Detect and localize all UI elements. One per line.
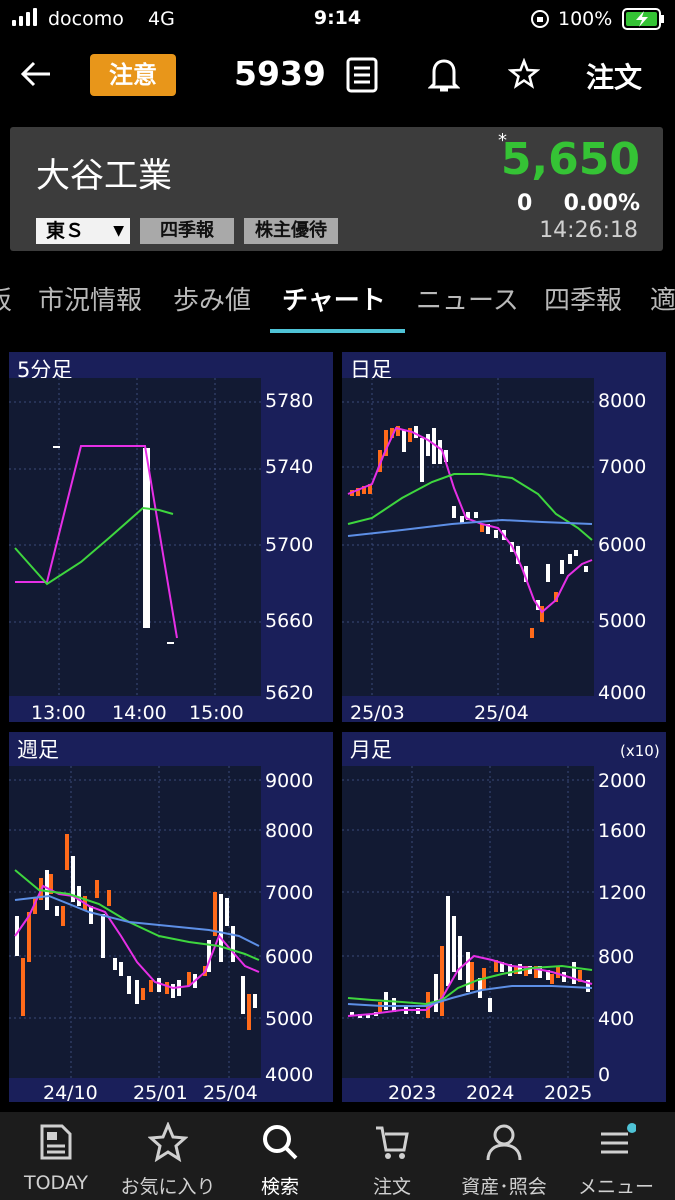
nav-label: メニュー (577, 1176, 654, 1198)
x-tick: 2023 (388, 1082, 437, 1104)
status-bar: docomo 4G 9:14 100% (0, 0, 675, 38)
nav-search[interactable]: 検索 (224, 1112, 336, 1200)
person-icon (486, 1124, 522, 1161)
y-tick: 4000 (265, 1064, 314, 1086)
chart-title: 月足 (350, 738, 392, 762)
active-tab-indicator (270, 329, 405, 333)
caution-badge: 注意 (90, 54, 176, 96)
chart-svg (9, 378, 261, 696)
back-arrow-icon[interactable] (20, 58, 52, 90)
order-button[interactable]: 注文 (586, 56, 642, 96)
market-select[interactable]: 東Ｓ ▼ (36, 218, 130, 244)
search-icon (263, 1125, 298, 1160)
y-tick: 9000 (265, 770, 314, 792)
y-tick: 8000 (598, 390, 647, 412)
y-tick: 5000 (598, 610, 647, 632)
chart-daily[interactable]: 日足 8000 7000 6000 5000 4000 25/03 25/04 (342, 352, 666, 724)
x-tick: 25/04 (474, 702, 529, 724)
nav-label: 検索 (260, 1176, 299, 1198)
x-tick: 15:00 (189, 702, 244, 724)
menu-icon (601, 1123, 636, 1154)
y-tick: 800 (598, 946, 635, 968)
change-value: 0 (517, 191, 533, 216)
chart-svg (342, 378, 594, 696)
nav-order[interactable]: 注文 (336, 1112, 448, 1200)
y-tick: 1600 (598, 820, 647, 842)
x-tick: 25/04 (203, 1082, 258, 1104)
chart-title: 週足 (17, 738, 59, 762)
tab-prev-partial[interactable]: 板 (0, 280, 12, 317)
y-tick: 5780 (265, 390, 314, 412)
x-tick: 14:00 (112, 702, 167, 724)
news-icon (40, 1124, 72, 1160)
star-icon (148, 1122, 188, 1162)
nav-assets[interactable]: 資産･照会 (448, 1112, 560, 1200)
y-tick: 0 (598, 1064, 611, 1086)
nav-label: お気に入り (120, 1176, 216, 1198)
y-tick: 5700 (265, 534, 314, 556)
stock-name: 大谷工業 (36, 156, 172, 196)
nav-label: 資産･照会 (461, 1176, 547, 1198)
nav-menu[interactable]: メニュー (560, 1112, 672, 1200)
x-tick: 2025 (544, 1082, 593, 1104)
chevron-down-icon: ▼ (113, 223, 124, 239)
shikiho-tag[interactable]: 四季報 (140, 218, 234, 244)
chart-svg (9, 766, 261, 1078)
plot-area (9, 766, 261, 1078)
x-tick: 25/01 (133, 1082, 188, 1104)
price-change: 0 0.00% (420, 191, 640, 216)
battery-icon (622, 8, 664, 30)
chart-svg (342, 766, 594, 1078)
cart-icon (376, 1126, 409, 1159)
y-tick: 5000 (265, 1008, 314, 1030)
orientation-lock-icon (531, 10, 549, 28)
tab-bar: 板 市況情報 歩み値 チャート ニュース 四季報 適 (0, 272, 675, 332)
star-icon[interactable] (508, 58, 540, 90)
chart-5min[interactable]: 5分足 5780 5740 5700 5660 5620 13:00 14:00… (9, 352, 333, 724)
tab-tick[interactable]: 歩み値 (173, 280, 251, 317)
nav-today[interactable]: TODAY (0, 1112, 112, 1200)
plot-area (9, 378, 261, 696)
tab-next-partial[interactable]: 適 (650, 280, 675, 317)
current-price: 5,650 (500, 134, 640, 185)
tab-shikiho[interactable]: 四季報 (544, 280, 622, 317)
y-tick: 6000 (265, 946, 314, 968)
chart-weekly[interactable]: 週足 9000 8000 7000 6000 5000 4000 24/10 2… (9, 732, 333, 1104)
unit-label: (x10) (620, 742, 660, 760)
y-tick: 400 (598, 1008, 635, 1030)
nav-favorites[interactable]: お気に入り (112, 1112, 224, 1200)
memo-icon[interactable] (346, 57, 378, 93)
plot-area (342, 378, 594, 696)
tab-chart[interactable]: チャート (282, 280, 386, 317)
bell-icon[interactable] (428, 56, 460, 94)
y-tick: 4000 (598, 682, 647, 704)
battery-percent: 100% (558, 8, 613, 30)
y-tick: 1200 (598, 882, 647, 904)
y-tick: 5620 (265, 682, 314, 704)
nav-label: 注文 (372, 1176, 411, 1198)
tab-news[interactable]: ニュース (416, 280, 519, 317)
y-tick: 5740 (265, 456, 314, 478)
yutai-tag[interactable]: 株主優待 (244, 218, 338, 244)
stock-code: 5939 (234, 54, 326, 93)
nav-label: TODAY (24, 1172, 88, 1194)
plot-area (342, 766, 594, 1078)
x-tick: 25/03 (350, 702, 405, 724)
y-tick: 5660 (265, 610, 314, 632)
y-tick: 7000 (265, 882, 314, 904)
bottom-nav: TODAY お気に入り 検索 注文 資産･照会 メニュー (0, 1112, 675, 1200)
tab-market-info[interactable]: 市況情報 (38, 280, 142, 317)
market-label: 東Ｓ (46, 220, 85, 242)
y-tick: 2000 (598, 770, 647, 792)
y-tick: 7000 (598, 456, 647, 478)
x-tick: 24/10 (43, 1082, 98, 1104)
change-percent: 0.00% (563, 191, 640, 216)
chart-monthly[interactable]: 月足 (x10) 2000 1600 1200 800 400 0 2023 2… (342, 732, 666, 1104)
price-time: 14:26:18 (539, 218, 638, 243)
y-tick: 6000 (598, 534, 647, 556)
y-tick: 8000 (265, 820, 314, 842)
x-tick: 2024 (466, 1082, 515, 1104)
x-tick: 13:00 (31, 702, 86, 724)
